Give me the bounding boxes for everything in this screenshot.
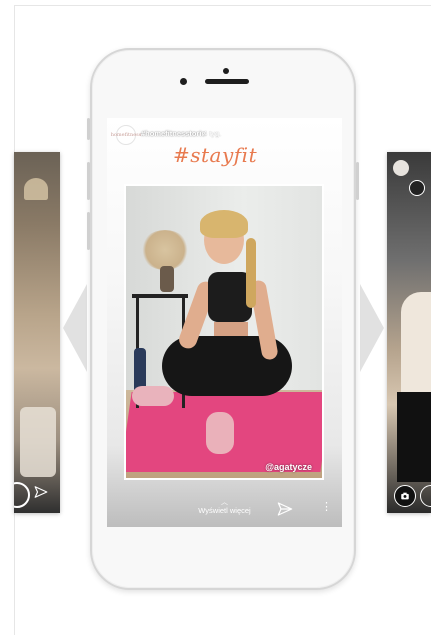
story-time: 4 tyg. <box>203 129 222 138</box>
phone-speaker <box>205 79 249 84</box>
person-braid <box>246 238 256 308</box>
camera-button[interactable] <box>14 482 30 508</box>
story-avatar-mini <box>409 180 425 196</box>
send-icon[interactable] <box>277 501 293 517</box>
send-icon[interactable] <box>34 485 48 499</box>
see-more-label: Wyświetl więcej <box>198 506 251 515</box>
phone-side-button <box>87 118 90 140</box>
shirt-image <box>397 392 431 482</box>
more-options-icon[interactable]: ⋮ <box>321 502 332 513</box>
see-more-button[interactable]: ︿ Wyświetl więcej <box>107 499 342 515</box>
story-photo: @agatycze <box>124 184 324 480</box>
pampas-grass <box>140 230 190 270</box>
story-avatar[interactable]: homefitness <box>111 125 141 145</box>
story-avatar <box>393 160 409 176</box>
phone-volume-down <box>87 212 90 250</box>
avatar-text: homefitness <box>110 132 142 138</box>
side-table <box>132 294 188 298</box>
vase <box>160 266 174 292</box>
phone-camera <box>223 68 229 74</box>
message-button[interactable] <box>420 485 431 507</box>
person-waist <box>214 322 248 336</box>
photo-credit: @agatycze <box>265 462 312 472</box>
mug-image <box>20 407 56 477</box>
sneaker <box>132 386 174 406</box>
phone-sensor <box>180 78 187 85</box>
story-progress-bar <box>113 122 336 124</box>
previous-story-preview[interactable] <box>14 152 60 513</box>
sneaker <box>206 412 234 454</box>
phone-power-button <box>356 162 359 200</box>
phone-volume-up <box>87 162 90 200</box>
hashtag-sticker: #stayfit <box>173 143 258 167</box>
next-story-preview[interactable] <box>387 152 431 513</box>
story-username[interactable]: #homefitnesstorie <box>141 129 206 138</box>
next-arrow-icon[interactable] <box>360 284 384 372</box>
lamp-image <box>24 178 48 200</box>
page-frame-top <box>14 5 431 6</box>
previous-arrow-icon[interactable] <box>63 284 87 372</box>
camera-icon[interactable] <box>394 485 416 507</box>
story-screen[interactable]: homefitness #homefitnesstorie 4 tyg. #st… <box>107 118 342 527</box>
person-hair <box>200 210 248 238</box>
